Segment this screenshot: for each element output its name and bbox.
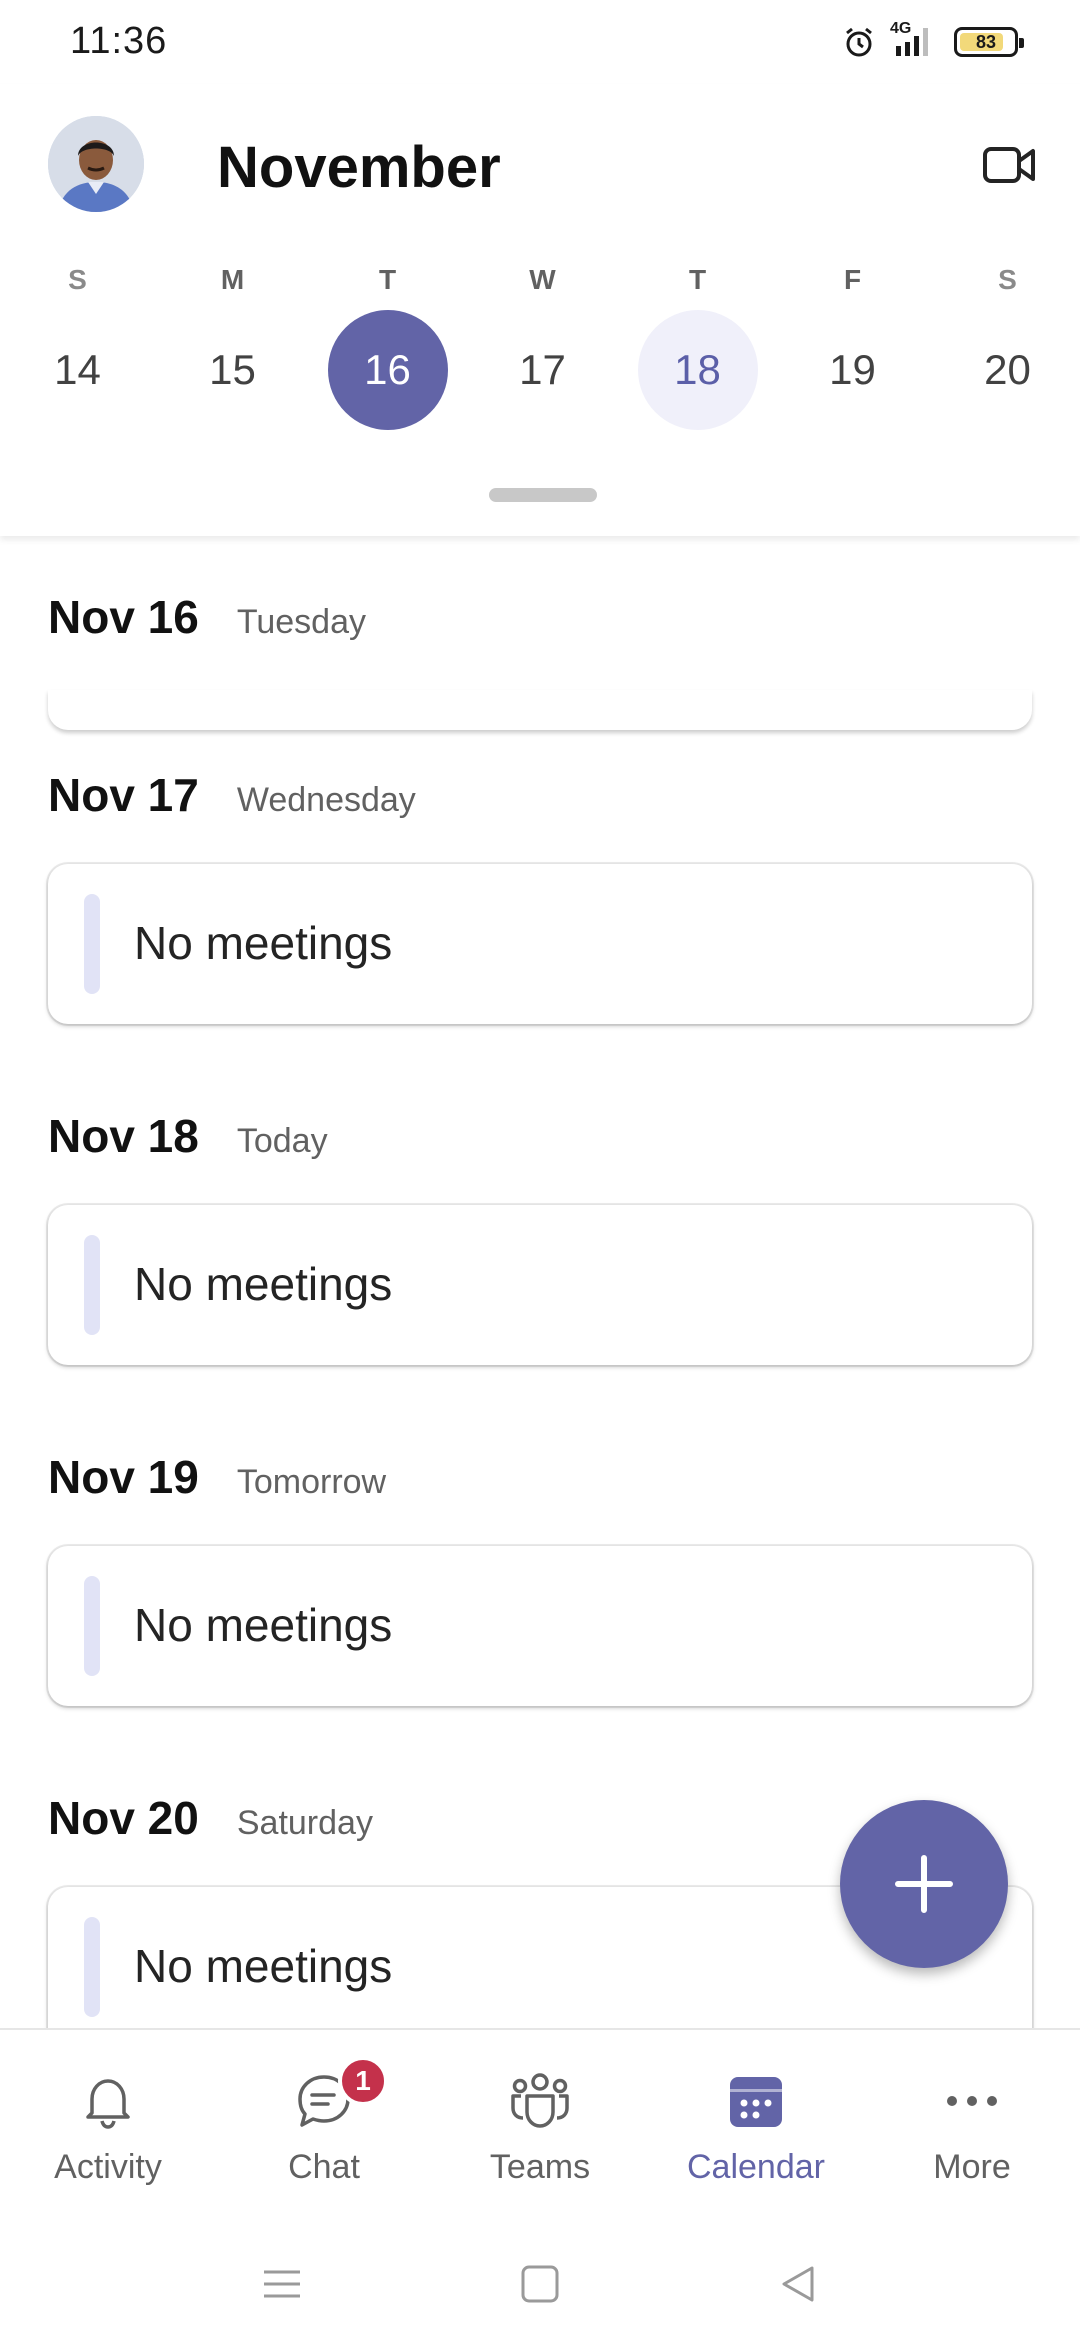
week-day[interactable]: M 15 — [155, 264, 310, 444]
no-meetings-text: No meetings — [134, 1940, 393, 1992]
bell-icon — [73, 2066, 143, 2136]
system-nav-bar — [0, 2218, 1080, 2340]
bottom-nav: Activity 1 Chat Teams Calendar More — [0, 2028, 1080, 2218]
chat-badge: 1 — [338, 2056, 388, 2106]
week-day[interactable]: S 20 — [930, 264, 1080, 444]
day-label: Tuesday — [236, 603, 367, 641]
back-button[interactable] — [768, 2254, 828, 2314]
day-heading: Nov 18 Today — [48, 1109, 328, 1169]
meet-now-button[interactable] — [978, 134, 1040, 196]
battery-tip — [1019, 38, 1024, 48]
no-meetings-text: No meetings — [134, 917, 393, 969]
alarm-icon — [842, 25, 876, 59]
battery-icon: 83 — [954, 27, 1024, 57]
week-strip: S 14 M 15 T 16 W 17 T 18 F 19 S 20 — [0, 264, 1080, 444]
day-number[interactable]: 19 — [793, 310, 913, 430]
avatar[interactable] — [48, 116, 144, 212]
menu-lines-icon — [264, 2270, 300, 2298]
day-number[interactable]: 14 — [18, 310, 138, 430]
status-bar: 11:36 4G 83 — [0, 0, 1080, 84]
calendar-icon — [721, 2066, 791, 2136]
day-letter: M — [220, 264, 245, 295]
day-number[interactable]: 15 — [173, 310, 293, 430]
week-day[interactable]: T 18 — [620, 264, 775, 444]
nav-activity[interactable]: Activity — [18, 2030, 198, 2220]
day-number-today[interactable]: 18 — [637, 310, 758, 430]
month-title[interactable]: November — [217, 134, 501, 201]
card-accent-bar — [84, 1576, 100, 1676]
day-label: Today — [236, 1122, 328, 1160]
day-number-selected[interactable]: 16 — [327, 310, 448, 430]
day-heading: Nov 16 Tuesday — [48, 590, 366, 650]
signal-icon: 4G — [890, 20, 940, 60]
card-accent-bar — [84, 1235, 100, 1335]
nav-chat[interactable]: 1 Chat — [234, 2030, 414, 2220]
day-date: Nov 19 — [48, 1451, 199, 1503]
home-square-icon — [521, 2265, 559, 2303]
nav-label: Teams — [489, 2148, 591, 2186]
day-number[interactable]: 20 — [948, 310, 1068, 430]
day-date: Nov 16 — [48, 591, 199, 643]
profile-photo — [48, 116, 144, 212]
day-number[interactable]: 17 — [483, 310, 603, 430]
day-label: Saturday — [236, 1804, 373, 1842]
battery-level: 83 — [975, 31, 997, 52]
day-heading: Nov 17 Wednesday — [48, 768, 416, 828]
status-time: 11:36 — [70, 20, 168, 62]
back-triangle-icon — [782, 2266, 814, 2302]
no-meetings-text: No meetings — [134, 1258, 393, 1310]
day-label: Tomorrow — [236, 1463, 387, 1501]
nav-calendar[interactable]: Calendar — [666, 2030, 846, 2220]
day-heading: Nov 19 Tomorrow — [48, 1450, 386, 1510]
status-icons: 4G 83 — [842, 20, 1024, 62]
nav-label: Chat — [288, 2148, 360, 2186]
home-button[interactable] — [510, 2254, 570, 2314]
teams-icon — [505, 2066, 575, 2136]
week-day[interactable]: F 19 — [775, 264, 930, 444]
day-date: Nov 17 — [48, 769, 199, 821]
video-camera-icon — [983, 147, 1035, 183]
meeting-card[interactable]: No meetings — [48, 864, 1032, 1024]
week-day[interactable]: T 16 — [310, 264, 465, 444]
new-meeting-button[interactable] — [840, 1800, 1008, 1968]
day-date: Nov 18 — [48, 1110, 199, 1162]
meeting-card[interactable]: No meetings — [48, 1546, 1032, 1706]
calendar-header: November S 14 M 15 T 16 W 17 T 18 F 19 S… — [0, 84, 1080, 536]
card-accent-bar — [84, 1917, 100, 2017]
nav-label: Activity — [54, 2148, 162, 2186]
day-letter: S — [998, 264, 1017, 295]
nav-more[interactable]: More — [882, 2030, 1062, 2220]
day-date: Nov 20 — [48, 1792, 199, 1844]
day-heading: Nov 20 Saturday — [48, 1791, 373, 1851]
day-letter: F — [843, 264, 862, 295]
day-label: Wednesday — [236, 781, 416, 819]
day-letter: W — [529, 264, 556, 295]
day-letter: S — [68, 264, 87, 295]
meeting-card-clipped[interactable] — [48, 690, 1032, 730]
week-day[interactable]: W 17 — [465, 264, 620, 444]
meeting-card[interactable]: No meetings — [48, 1205, 1032, 1365]
no-meetings-text: No meetings — [134, 1599, 393, 1651]
plus-icon — [895, 1855, 953, 1913]
nav-label: Calendar — [687, 2148, 825, 2186]
nav-label: More — [933, 2148, 1011, 2186]
nav-teams[interactable]: Teams — [450, 2030, 630, 2220]
drag-handle[interactable] — [489, 488, 597, 502]
more-icon — [937, 2066, 1007, 2136]
day-letter: T — [688, 264, 707, 295]
card-accent-bar — [84, 894, 100, 994]
day-letter: T — [378, 264, 397, 295]
menu-button[interactable] — [252, 2254, 312, 2314]
week-day[interactable]: S 14 — [0, 264, 155, 444]
